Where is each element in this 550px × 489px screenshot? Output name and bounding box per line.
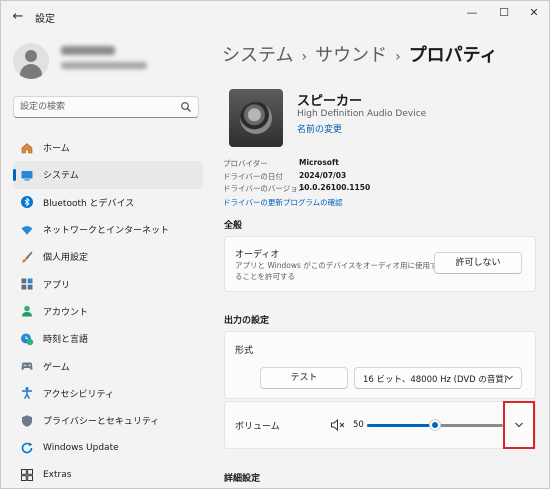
property-key: ドライバーの日付: [223, 171, 283, 181]
sidebar-item-network[interactable]: ネットワークとインターネット: [13, 216, 203, 243]
settings-window: ← 設定 — ☐ ✕ ホーム システム: [0, 0, 550, 489]
breadcrumb: システム › サウンド › プロパティ: [222, 41, 498, 67]
sidebar-item-apps[interactable]: アプリ: [13, 270, 203, 297]
sidebar-item-home[interactable]: ホーム: [13, 134, 203, 161]
title-bar: ← 設定 — ☐ ✕: [1, 1, 549, 33]
sidebar-item-label: 時刻と言語: [43, 335, 89, 346]
property-row: ドライバーの日付 2024/07/03: [223, 171, 523, 184]
sidebar-item-label: Bluetooth とデバイス: [43, 198, 135, 209]
bluetooth-icon: [19, 194, 35, 210]
disallow-button[interactable]: 許可しない: [434, 252, 522, 274]
sidebar-item-label: プライバシーとセキュリティ: [43, 417, 160, 428]
property-value: Microsoft: [299, 158, 339, 167]
advanced-heading: 詳細設定: [224, 474, 261, 484]
chevron-down-icon: [506, 375, 513, 380]
avatar[interactable]: [13, 43, 49, 79]
shield-icon: [19, 413, 35, 429]
accessibility-icon: [19, 385, 35, 401]
extras-icon: [19, 467, 35, 483]
sidebar-item-label: アクセシビリティ: [43, 389, 115, 400]
page-title: プロパティ: [408, 45, 498, 66]
avatar-head: [25, 50, 37, 62]
time-language-icon: [19, 331, 35, 347]
volume-slider-fill: [367, 424, 435, 427]
sidebar-item-accessibility[interactable]: アクセシビリティ: [13, 380, 203, 407]
audio-card: オーディオ アプリと Windows がこのデバイスをオーディオ用に使用すること…: [224, 236, 536, 292]
sidebar-item-label: ネットワークとインターネット: [43, 226, 170, 237]
maximize-button[interactable]: ☐: [487, 1, 521, 27]
property-value: 2024/07/03: [299, 170, 347, 180]
sidebar-item-label: アカウント: [43, 307, 89, 318]
game-icon: [19, 358, 35, 374]
volume-slider-thumb[interactable]: [429, 419, 441, 431]
sidebar-item-accounts[interactable]: アカウント: [13, 298, 203, 325]
minimize-button[interactable]: —: [455, 1, 489, 27]
sidebar-item-system[interactable]: システム: [13, 161, 203, 189]
chevron-down-icon: [515, 422, 523, 428]
sidebar-item-windows-update[interactable]: Windows Update: [13, 434, 203, 461]
breadcrumb-separator: ›: [301, 49, 308, 65]
format-label: 形式: [235, 346, 254, 356]
sidebar-item-gaming[interactable]: ゲーム: [13, 352, 203, 379]
system-icon: [19, 167, 35, 183]
sidebar-item-label: 個人用設定: [43, 253, 89, 264]
sidebar-item-label: Extras: [43, 470, 72, 481]
volume-value: 50: [353, 420, 364, 430]
apps-icon: [19, 276, 35, 292]
search-icon[interactable]: [180, 101, 192, 113]
sidebar-item-time-language[interactable]: 時刻と言語: [13, 325, 203, 352]
search-box[interactable]: [13, 96, 199, 118]
sidebar-item-privacy-security[interactable]: プライバシーとセキュリティ: [13, 407, 203, 434]
speaker-image: [229, 89, 283, 147]
sidebar-item-label: ホーム: [43, 144, 70, 155]
home-icon: [19, 140, 35, 156]
app-title: 設定: [35, 14, 55, 25]
sidebar-item-label: アプリ: [43, 280, 71, 291]
property-key: ドライバーのバージョン: [223, 184, 306, 193]
property-value: 10.0.26100.1150: [299, 183, 371, 192]
speaker-cone: [240, 102, 272, 134]
expand-volume-button[interactable]: [503, 401, 535, 449]
account-icon: [19, 303, 35, 319]
sidebar-item-label: ゲーム: [43, 362, 70, 373]
sidebar-item-bluetooth[interactable]: Bluetooth とデバイス: [13, 189, 203, 216]
driver-properties: プロバイダー Microsoft ドライバーの日付 2024/07/03 ドライ…: [223, 158, 523, 196]
test-button[interactable]: テスト: [260, 367, 348, 389]
breadcrumb-sound[interactable]: サウンド: [315, 45, 387, 66]
avatar-body: [20, 64, 42, 79]
format-dropdown[interactable]: 16 ビット、48000 Hz (DVD の音質): [354, 367, 522, 389]
windows-update-icon: [19, 440, 35, 456]
sidebar-item-personalization[interactable]: 個人用設定: [13, 243, 203, 270]
format-value: 16 ビット、48000 Hz (DVD の音質): [363, 375, 508, 385]
audio-title: オーディオ: [235, 250, 280, 260]
output-heading: 出力の設定: [224, 316, 270, 326]
search-input[interactable]: [20, 100, 170, 114]
sidebar-item-label: システム: [43, 171, 79, 182]
user-name-blurred: [61, 46, 115, 55]
property-row: ドライバーのバージョン 10.0.26100.1150: [223, 183, 523, 196]
audio-description: アプリと Windows がこのデバイスをオーディオ用に使用することを許可する: [235, 261, 438, 281]
close-button[interactable]: ✕: [517, 1, 550, 27]
breadcrumb-system[interactable]: システム: [222, 45, 293, 66]
brush-icon: [19, 249, 35, 265]
general-heading: 全般: [224, 221, 243, 231]
device-name: スピーカー: [297, 94, 363, 109]
driver-update-link[interactable]: ドライバーの更新プログラムの確認: [223, 197, 343, 208]
network-icon: [19, 222, 35, 238]
device-subtitle: High Definition Audio Device: [297, 109, 427, 119]
property-key: プロバイダー: [223, 159, 268, 168]
sidebar-item-extras[interactable]: Extras: [13, 462, 203, 489]
sidebar-nav: ホーム システム Bluetooth とデバイス ネットワークとインターネット …: [13, 134, 203, 489]
speaker-mute-icon[interactable]: [330, 418, 346, 432]
volume-label: ボリューム: [235, 422, 280, 432]
rename-link[interactable]: 名前の変更: [297, 122, 342, 135]
breadcrumb-separator: ›: [395, 49, 401, 65]
sidebar-item-label: Windows Update: [43, 442, 119, 453]
back-button[interactable]: ←: [7, 6, 29, 28]
format-card: 形式 テスト 16 ビット、48000 Hz (DVD の音質): [224, 331, 536, 399]
property-row: プロバイダー Microsoft: [223, 158, 523, 171]
user-email-blurred: [61, 62, 147, 69]
